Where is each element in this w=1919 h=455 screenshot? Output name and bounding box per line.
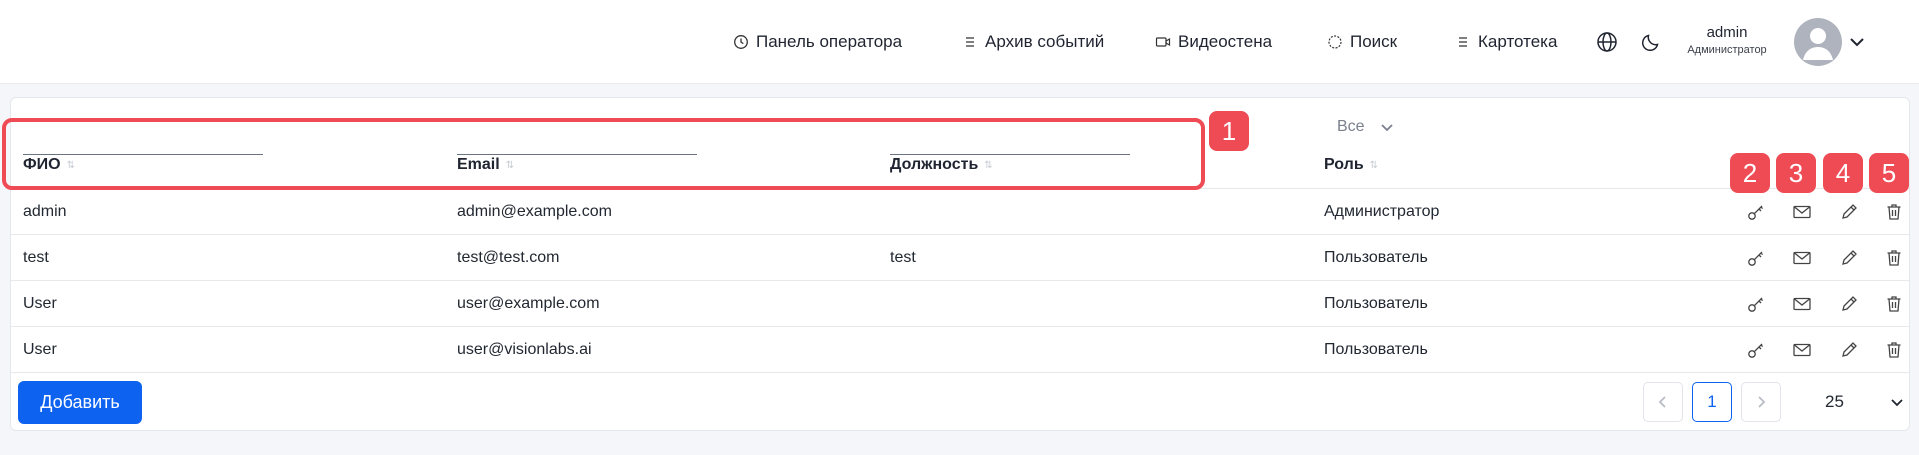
delete-user-button[interactable] <box>1882 292 1906 316</box>
chevron-right-icon <box>1758 396 1766 408</box>
annotation-badge-4: 4 <box>1823 153 1863 193</box>
list-icon <box>1459 37 1467 47</box>
edit-icon <box>1842 204 1857 219</box>
table-row: User user@example.com Пользователь <box>11 281 1909 327</box>
cell-name: test <box>23 249 49 266</box>
send-email-button[interactable] <box>1790 200 1814 224</box>
reset-password-button[interactable] <box>1744 338 1768 362</box>
annotation-badge-1: 1 <box>1209 111 1249 151</box>
mail-icon <box>1793 297 1811 311</box>
trash-icon <box>1887 250 1901 266</box>
delete-user-button[interactable] <box>1882 338 1906 362</box>
cell-name: User <box>23 295 57 312</box>
nav-label: Панель оператора <box>756 32 903 51</box>
annotation-badge-5: 5 <box>1869 153 1909 193</box>
edit-icon <box>1842 296 1857 311</box>
trash-icon <box>1887 296 1901 312</box>
chevron-down-icon[interactable] <box>1846 31 1868 53</box>
sort-icon: ⇅ <box>1369 159 1379 171</box>
nav-label: Поиск <box>1350 32 1398 51</box>
nav-search[interactable]: Поиск <box>1327 0 1397 84</box>
nav-card-index[interactable]: Картотека <box>1455 0 1557 84</box>
key-icon <box>1748 297 1764 312</box>
delete-user-button[interactable] <box>1882 200 1906 224</box>
video-icon <box>1155 37 1171 47</box>
column-header-role[interactable]: Роль ⇅ <box>1324 156 1378 174</box>
avatar[interactable] <box>1794 18 1842 66</box>
chevron-down-icon <box>1891 399 1903 407</box>
list-icon <box>966 37 974 47</box>
nav-event-archive[interactable]: Архив событий <box>962 0 1104 84</box>
edit-icon <box>1842 342 1857 357</box>
edit-icon <box>1842 250 1857 265</box>
key-icon <box>1748 205 1764 220</box>
cell-position: test <box>890 249 916 266</box>
reset-password-button[interactable] <box>1744 200 1768 224</box>
send-email-button[interactable] <box>1790 338 1814 362</box>
theme-toggle-button[interactable] <box>1638 29 1664 55</box>
prev-page-button[interactable] <box>1643 382 1683 422</box>
nav-operator-panel[interactable]: Панель оператора <box>733 0 902 84</box>
clock-icon <box>734 35 748 49</box>
cell-email: user@visionlabs.ai <box>457 341 592 358</box>
table-row: admin admin@example.com Администратор <box>11 189 1909 235</box>
role-filter-value: Все <box>1337 118 1365 135</box>
mail-icon <box>1793 343 1811 357</box>
user-icon <box>1803 28 1833 60</box>
mail-icon <box>1793 205 1811 219</box>
annotation-badge-3: 3 <box>1776 153 1816 193</box>
column-label: Роль <box>1324 156 1364 173</box>
delete-user-button[interactable] <box>1882 246 1906 270</box>
globe-icon <box>1597 32 1617 52</box>
nav-label: Видеостена <box>1178 32 1273 51</box>
annotation-badge-2: 2 <box>1730 153 1770 193</box>
key-icon <box>1748 251 1764 266</box>
nav-label: Архив событий <box>985 32 1105 51</box>
table-row: User user@visionlabs.ai Пользователь <box>11 327 1909 373</box>
cell-name: User <box>23 341 57 358</box>
mail-icon <box>1793 251 1811 265</box>
cell-email: test@test.com <box>457 249 560 266</box>
cell-role: Пользователь <box>1324 249 1428 266</box>
cell-role: Администратор <box>1324 203 1440 220</box>
key-icon <box>1748 343 1764 358</box>
cell-email: user@example.com <box>457 295 600 312</box>
chevron-down-icon <box>1380 124 1393 132</box>
page-button[interactable]: 1 <box>1692 382 1732 422</box>
reset-password-button[interactable] <box>1744 292 1768 316</box>
role-filter-select[interactable]: Все <box>1337 118 1395 136</box>
cell-role: Пользователь <box>1324 341 1428 358</box>
next-page-button[interactable] <box>1741 382 1781 422</box>
trash-icon <box>1887 342 1901 358</box>
edit-user-button[interactable] <box>1837 338 1861 362</box>
add-user-button[interactable]: Добавить <box>18 381 142 424</box>
table-row: test test@test.com test Пользователь <box>11 235 1909 281</box>
top-header: Панель оператора Архив событий Видеостен… <box>0 0 1919 84</box>
user-info[interactable]: admin Администратор <box>1672 24 1782 58</box>
user-name: admin <box>1706 24 1748 41</box>
reset-password-button[interactable] <box>1744 246 1768 270</box>
page-size-value: 25 <box>1825 392 1844 411</box>
send-email-button[interactable] <box>1790 292 1814 316</box>
moon-icon <box>1642 34 1659 51</box>
nav-label: Картотека <box>1478 32 1558 51</box>
edit-user-button[interactable] <box>1837 292 1861 316</box>
nav-videowall[interactable]: Видеостена <box>1155 0 1272 84</box>
edit-user-button[interactable] <box>1837 246 1861 270</box>
cell-name: admin <box>23 203 67 220</box>
user-role: Администратор <box>1687 44 1767 56</box>
cell-email: admin@example.com <box>457 203 612 220</box>
cell-role: Пользователь <box>1324 295 1428 312</box>
language-button[interactable] <box>1594 29 1620 55</box>
page-size-select[interactable]: 25 <box>1809 382 1905 422</box>
annotation-box-filters <box>2 118 1205 190</box>
send-email-button[interactable] <box>1790 246 1814 270</box>
chevron-left-icon <box>1658 396 1666 408</box>
search-icon <box>1328 35 1342 49</box>
trash-icon <box>1887 204 1901 220</box>
edit-user-button[interactable] <box>1837 200 1861 224</box>
